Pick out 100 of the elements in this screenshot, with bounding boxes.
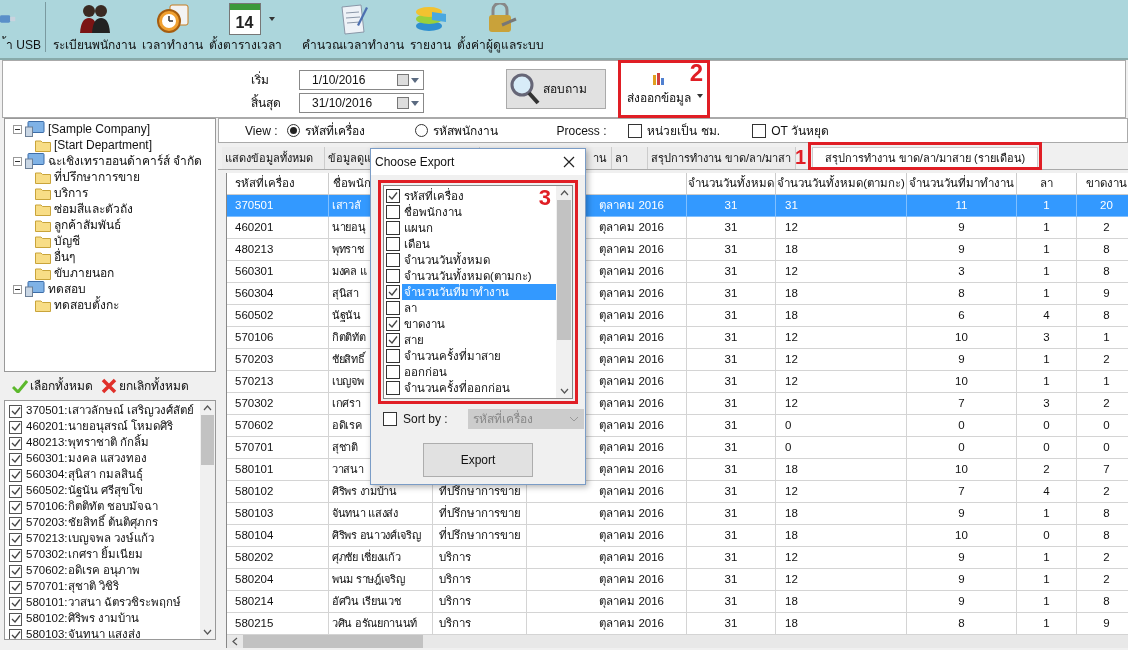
scrollbar[interactable] bbox=[227, 635, 1128, 648]
employee-item[interactable]: 580102:ศิริพร งามบ้าน bbox=[26, 610, 139, 628]
toolbar-button[interactable]: รายงาน bbox=[410, 36, 451, 54]
employee-item[interactable]: 570213:เบญจพล วงษ์แก้ว bbox=[26, 530, 154, 548]
table-cell: 9 bbox=[907, 349, 1017, 371]
employee-item[interactable]: 560301:มงคล แสวงทอง bbox=[26, 450, 147, 468]
table-cell: บริการ bbox=[433, 547, 527, 569]
table-cell: 8 bbox=[1077, 305, 1128, 327]
employee-item[interactable]: 370501:เสาวลักษณ์ เสริญวงศ์สัตย์ bbox=[26, 402, 194, 420]
checkbox[interactable] bbox=[9, 468, 22, 482]
tree-item[interactable]: ลูกค้าสัมพันธ์ bbox=[54, 216, 121, 234]
checkbox[interactable] bbox=[9, 420, 22, 434]
tab[interactable]: สรุปการทำงาน ขาด/ลา/มาสา bbox=[648, 147, 796, 169]
tree-item[interactable]: บัญชี bbox=[54, 232, 80, 250]
field-item[interactable]: แผนก bbox=[402, 220, 433, 236]
checkbox[interactable] bbox=[9, 596, 22, 610]
field-item[interactable]: สาย bbox=[402, 332, 424, 348]
tab[interactable]: สรุปการทำงาน ขาด/ลา/มาสาย (รายเดือน) bbox=[812, 147, 1038, 169]
checkbox[interactable] bbox=[386, 189, 400, 203]
field-item[interactable]: เดือน bbox=[402, 236, 430, 252]
checkbox[interactable] bbox=[386, 349, 400, 363]
tree-item[interactable]: ทดสอบ bbox=[48, 280, 86, 298]
checkbox[interactable] bbox=[9, 452, 22, 466]
checkbox[interactable] bbox=[386, 221, 400, 235]
checkbox[interactable] bbox=[386, 365, 400, 379]
employee-item[interactable]: 560304:สุนิสา กมลสินธุ์ bbox=[26, 466, 143, 484]
checkbox[interactable] bbox=[9, 564, 22, 578]
tree-item[interactable]: [Start Department] bbox=[54, 136, 153, 154]
tree-item[interactable]: บริการ bbox=[54, 184, 88, 202]
checkbox[interactable] bbox=[628, 123, 643, 138]
scrollbar[interactable] bbox=[200, 401, 215, 639]
checkbox[interactable] bbox=[386, 301, 400, 315]
employee-item[interactable]: 580101:วาสนา ฉัตรวชิระพฤกษ์ bbox=[26, 594, 181, 612]
scrollbar-thumb[interactable] bbox=[201, 415, 214, 465]
employee-item[interactable]: 480213:พุทราชาติ กักลิ้ม bbox=[26, 434, 149, 452]
employee-item[interactable]: 580103:จันทนา แสงส่ง bbox=[26, 626, 141, 639]
checkbox[interactable] bbox=[9, 516, 22, 530]
export-button[interactable]: Export bbox=[423, 443, 533, 477]
date-field[interactable]: 31/10/2016 bbox=[299, 92, 424, 113]
deselect-all-button[interactable]: ยกเลิกทั้งหมด bbox=[101, 377, 189, 395]
tree-item[interactable]: อื่นๆ bbox=[54, 248, 75, 266]
toolbar-button[interactable]: ้า USB bbox=[0, 36, 41, 54]
checkbox[interactable] bbox=[386, 285, 400, 299]
caret-icon[interactable] bbox=[266, 15, 277, 23]
tree-item[interactable]: ที่ปรึกษาการขาย bbox=[54, 168, 140, 186]
checkbox[interactable] bbox=[386, 333, 400, 347]
tree-item[interactable]: ทดสอบตั้งกะ bbox=[54, 296, 119, 314]
toolbar-button[interactable]: ตั้งตารางเวลา bbox=[209, 36, 296, 54]
employee-item[interactable]: 560502:นัฐนัน ศรีสุขโข bbox=[26, 482, 143, 500]
scroll-up-icon[interactable] bbox=[559, 190, 569, 196]
employee-item[interactable]: 570203:ชัยสิทธิ์ ต้นติศุภกร bbox=[26, 514, 158, 532]
close-icon[interactable] bbox=[563, 156, 575, 168]
checkbox[interactable] bbox=[386, 253, 400, 267]
checkbox[interactable] bbox=[386, 381, 400, 395]
scroll-down-icon[interactable] bbox=[559, 388, 569, 394]
checkbox[interactable] bbox=[9, 404, 22, 418]
toolbar-button[interactable]: คำนวณเวลาทำงาน bbox=[302, 36, 404, 54]
table-cell: 480213 bbox=[227, 239, 329, 261]
calendar-icon[interactable] bbox=[397, 73, 421, 86]
radio-button[interactable] bbox=[415, 124, 429, 137]
tree-item[interactable]: ขับภายนอก bbox=[54, 264, 114, 282]
scrollbar-thumb[interactable] bbox=[557, 200, 571, 340]
checkbox[interactable] bbox=[9, 484, 22, 498]
caret-icon[interactable] bbox=[696, 93, 704, 99]
employee-item[interactable]: 570701:สุชาติ วิชิริ bbox=[26, 578, 119, 596]
checkbox[interactable] bbox=[9, 580, 22, 594]
scrollbar[interactable] bbox=[556, 186, 572, 398]
checkbox[interactable] bbox=[9, 548, 22, 562]
search-button[interactable]: สอบถาม bbox=[506, 69, 606, 109]
toolbar-button[interactable]: ระเบียนพนักงาน bbox=[53, 36, 136, 54]
scroll-up-icon[interactable] bbox=[203, 405, 212, 411]
checkbox[interactable] bbox=[9, 612, 22, 626]
checkbox[interactable] bbox=[386, 205, 400, 219]
tab[interactable]: ลา bbox=[612, 147, 648, 169]
select-all-button[interactable]: เลือกทั้งหมด bbox=[12, 377, 93, 395]
tab[interactable]: แสดงข้อมูลทั้งหมด bbox=[222, 147, 325, 169]
collapse-icon[interactable] bbox=[13, 156, 22, 166]
collapse-icon[interactable] bbox=[13, 284, 22, 294]
checkbox[interactable] bbox=[9, 500, 22, 514]
checkbox[interactable] bbox=[752, 123, 767, 138]
checkbox[interactable] bbox=[386, 317, 400, 331]
tree-item[interactable]: ซ่อมสีและตัวถัง bbox=[54, 200, 133, 218]
checkbox[interactable] bbox=[9, 436, 22, 450]
calendar-icon[interactable] bbox=[397, 96, 421, 109]
tree-item[interactable]: ฉะเชิงเทราฮอนด้าคาร์ส์ จำกัด bbox=[48, 152, 203, 170]
checkbox[interactable] bbox=[9, 628, 22, 639]
table-cell: 460201 bbox=[227, 217, 329, 239]
tree-item[interactable]: [Sample Company] bbox=[48, 120, 151, 138]
employee-item[interactable]: 570602:อดิเรค อนุภาพ bbox=[26, 562, 140, 580]
employee-item[interactable]: 570302:เกศรา ยิ้มเนียม bbox=[26, 546, 143, 564]
table-cell: 31 bbox=[687, 305, 776, 327]
radio-button[interactable] bbox=[287, 124, 301, 137]
checkbox[interactable] bbox=[9, 532, 22, 546]
date-field[interactable]: 1/10/2016 bbox=[299, 69, 424, 90]
checkbox[interactable] bbox=[386, 237, 400, 251]
toolbar-button[interactable]: เวลาทำงาน bbox=[142, 36, 203, 54]
toolbar-button[interactable]: ตั้งค่าผู้ดูแลระบบ bbox=[457, 36, 544, 54]
checkbox[interactable] bbox=[386, 269, 400, 283]
collapse-icon[interactable] bbox=[13, 124, 22, 134]
scroll-down-icon[interactable] bbox=[203, 629, 212, 635]
